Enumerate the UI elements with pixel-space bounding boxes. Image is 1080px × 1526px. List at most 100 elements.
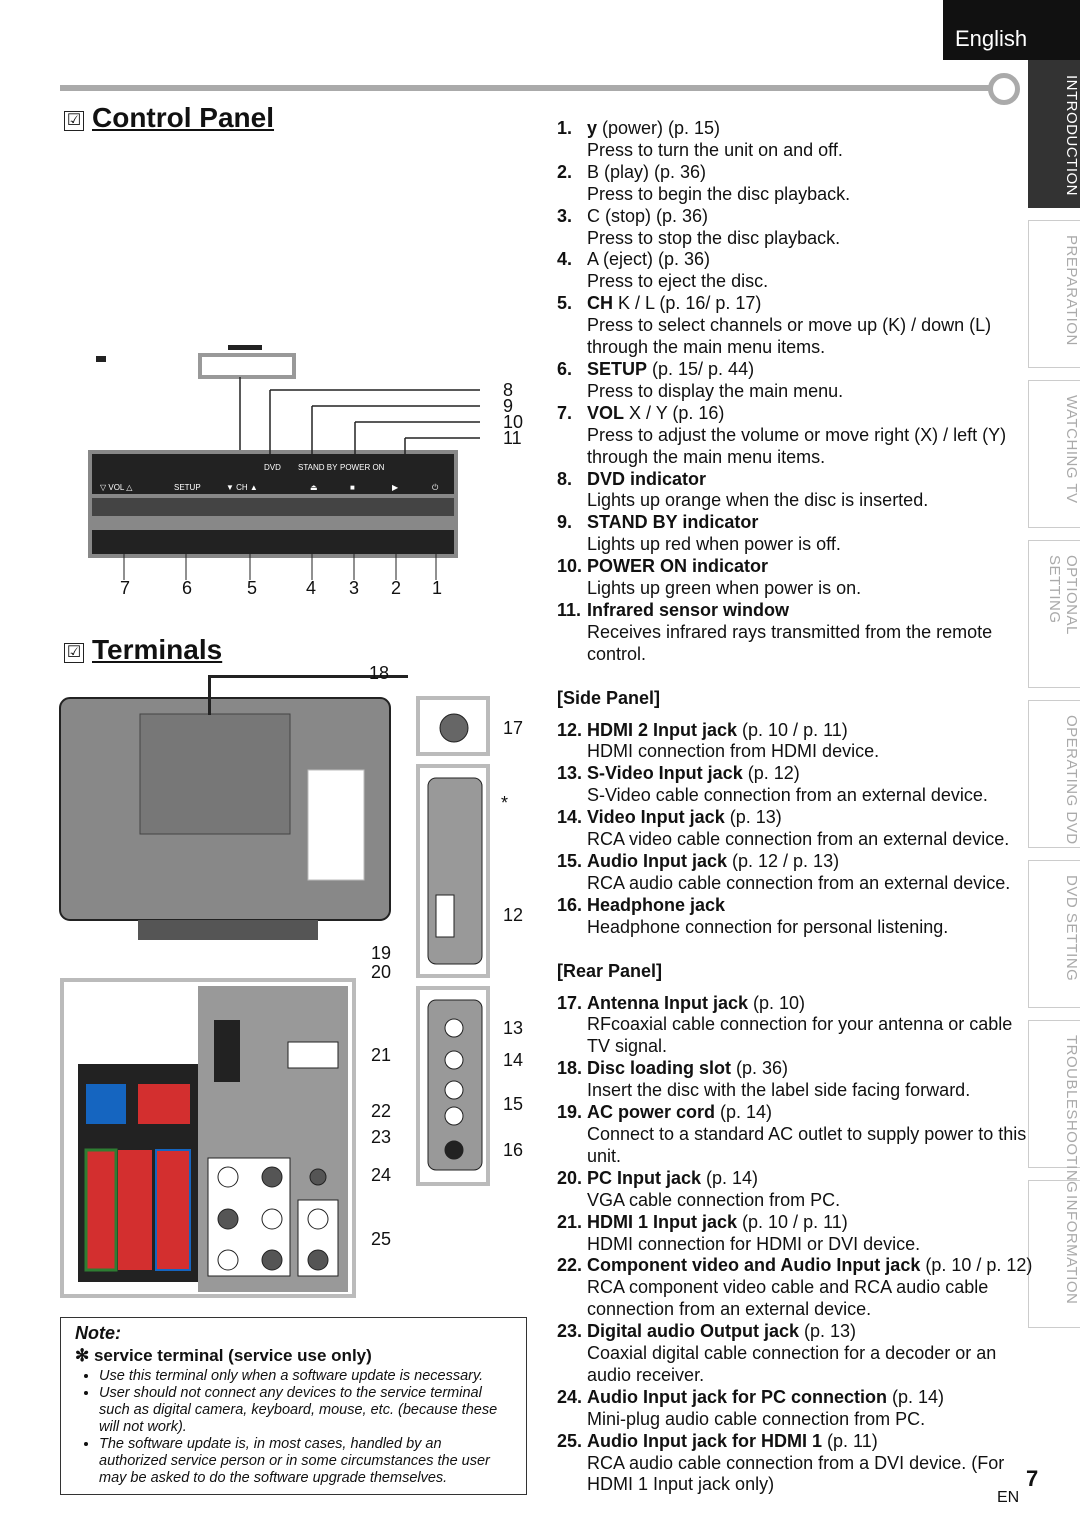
callout-number: 23	[371, 1127, 392, 1147]
item-number: 11.	[557, 599, 582, 620]
item-reference: (p. 12 / p. 13)	[727, 851, 840, 871]
list-item: 4. A (eject) (p. 36) Press to eject the di…	[557, 249, 1037, 293]
item-description: Insert the disc with the label side faci…	[587, 1080, 971, 1101]
callout-number: 25	[371, 1229, 392, 1249]
language-label: English	[943, 0, 1080, 60]
item-reference: (p. 10 / p. 12)	[920, 1255, 1033, 1276]
item-title: STAND BY indicator	[587, 512, 759, 533]
note-bullet: The software update is, in most cases, h…	[99, 1436, 512, 1487]
item-number: 2.	[557, 161, 573, 182]
item-description: RCA component video cable and RCA audio …	[587, 1277, 989, 1320]
item-number: 24.	[557, 1386, 583, 1407]
item-description: Lights up green when power is on.	[587, 578, 862, 599]
item-title: VOL	[587, 402, 625, 423]
item-number: 9.	[557, 512, 573, 533]
list-item: 14. Video Input jack (p. 13) RCA video cab…	[557, 807, 1037, 851]
item-description: Lights up orange when the disc is insert…	[587, 490, 929, 511]
item-reference: K / L (p. 16/ p. 17)	[613, 293, 762, 314]
item-description: Mini-plug audio cable connection from PC…	[587, 1408, 926, 1429]
item-reference: (p. 36)	[731, 1058, 789, 1079]
callout-number: 15	[503, 1094, 524, 1114]
side-panel-header: [Side Panel]	[557, 687, 661, 708]
svg-text:⏏: ⏏	[310, 483, 318, 492]
item-description: Press to select channels or move up (K) …	[587, 315, 992, 358]
item-description: S-Video cable connection from an externa…	[587, 785, 988, 806]
list-item: 22. Component video and Audio Input jack …	[557, 1255, 1037, 1321]
item-description: Connect to a standard AC outlet to suppl…	[587, 1123, 1027, 1166]
list-item: 10. POWER ON indicator Lights up green whe…	[557, 556, 1037, 600]
item-description: Coaxial digital cable connection for a d…	[587, 1343, 997, 1385]
page-language: EN	[997, 1489, 1020, 1506]
list-item: 11. Infrared sensor window Receives infrar…	[557, 600, 1037, 666]
list-item: 2. B (play) (p. 36) Press to begin the dis…	[557, 162, 1037, 206]
callout-number: *	[501, 793, 509, 813]
list-item: 6. SETUP (p. 15/ p. 44) Press to display t…	[557, 359, 1037, 403]
svg-text:STAND BY: STAND BY	[298, 463, 338, 472]
item-number: 20.	[557, 1167, 583, 1188]
svg-text:▶: ▶	[392, 483, 399, 492]
callout-number: 5	[247, 578, 258, 598]
item-description: HDMI connection from HDMI device.	[587, 741, 880, 762]
item-reference: (power) (p. 15)	[597, 118, 721, 138]
item-title: Digital audio Output jack	[587, 1321, 800, 1342]
item-number: 17.	[557, 992, 583, 1013]
item-title: Audio Input jack	[587, 851, 728, 871]
callout-number: 7	[120, 578, 131, 598]
control-panel-heading: ☑ Control Panel	[64, 102, 274, 134]
list-item: 9. STAND BY indicator Lights up red when p…	[557, 512, 1037, 556]
item-title: SETUP	[587, 358, 648, 379]
note-bullet: User should not connect any devices to t…	[99, 1385, 512, 1436]
list-item: 20. PC Input jack (p. 14) VGA cable connec…	[557, 1168, 1037, 1212]
item-number: 12.	[557, 719, 583, 740]
item-title: Disc loading slot	[587, 1058, 732, 1079]
item-reference: (p. 10)	[748, 992, 806, 1013]
list-item: 24. Audio Input jack for PC connection (p…	[557, 1387, 1037, 1431]
note-box: Note: ✻ service terminal (service use on…	[60, 1317, 527, 1495]
item-description: RCA audio cable connection from an exter…	[587, 872, 1011, 893]
callout-number: 1	[432, 578, 443, 598]
item-description: Press to stop the disc playback.	[587, 227, 841, 248]
rear-panel-header: [Rear Panel]	[557, 960, 663, 981]
item-title: Antenna Input jack	[587, 992, 749, 1013]
callout-number: 19	[371, 943, 392, 963]
item-title: Infrared sensor window	[587, 599, 790, 620]
item-reference: (p. 15/ p. 44)	[647, 358, 755, 379]
header-rule	[60, 85, 995, 91]
item-number: 14.	[557, 807, 583, 828]
callout-number: 16	[503, 1140, 524, 1160]
item-number: 23.	[557, 1321, 583, 1342]
item-number: 22.	[557, 1255, 583, 1276]
note-title: Note:	[75, 1323, 121, 1343]
description-list: 1. y (power) (p. 15) Press to turn the uni…	[557, 118, 1037, 1496]
item-number: 25.	[557, 1430, 583, 1451]
header-ring	[988, 73, 1020, 105]
list-item: 12. HDMI 2 Input jack (p. 10 / p. 11) HDMI…	[557, 720, 1037, 764]
item-description: RCA audio cable connection from a DVI de…	[587, 1452, 1005, 1495]
item-number: 18.	[557, 1058, 583, 1079]
callout-number: 3	[349, 578, 360, 598]
item-title: POWER ON indicator	[587, 556, 769, 577]
item-number: 7.	[557, 402, 573, 423]
list-item: 23. Digital audio Output jack (p. 13) Coax…	[557, 1321, 1037, 1387]
item-reference: (p. 11)	[822, 1430, 878, 1451]
item-number: 13.	[557, 763, 583, 784]
terminals-heading: ☑ Terminals	[64, 634, 222, 666]
item-number: 6.	[557, 358, 573, 379]
item-number: 5.	[557, 293, 573, 314]
note-subtitle: ✻ service terminal (service use only)	[75, 1346, 372, 1365]
svg-text:■: ■	[350, 483, 355, 492]
item-description: RFcoaxial cable connection for your ante…	[587, 1014, 1013, 1057]
item-title: HDMI 2 Input jack	[587, 719, 738, 740]
callout-number: 2	[391, 578, 402, 598]
item-number: 4.	[557, 249, 573, 270]
item-title: HDMI 1 Input jack	[587, 1211, 738, 1232]
callout-number: 24	[371, 1165, 392, 1185]
callout-number: 18	[369, 663, 390, 683]
item-description: Press to adjust the volume or move right…	[587, 424, 1007, 467]
callout-number: 12	[503, 905, 524, 925]
list-item: 8. DVD indicator Lights up orange when the…	[557, 469, 1037, 513]
item-number: 1.	[557, 118, 573, 138]
item-reference: (p. 13)	[799, 1321, 857, 1342]
item-title: Headphone jack	[587, 894, 726, 915]
item-description: Press to display the main menu.	[587, 380, 844, 401]
